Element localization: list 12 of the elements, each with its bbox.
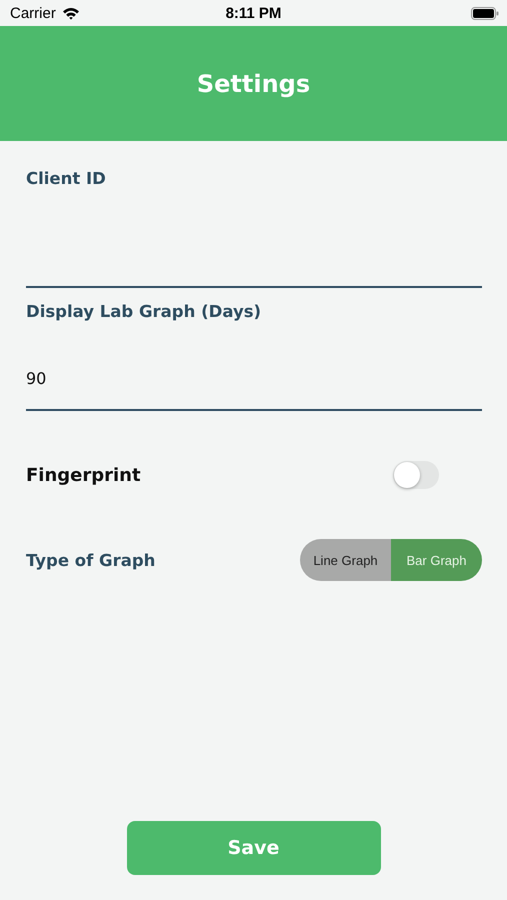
battery-icon bbox=[471, 6, 499, 20]
wifi-icon bbox=[62, 6, 80, 20]
input-field[interactable]: 90 bbox=[26, 331, 482, 411]
fingerprint-label: Fingerprint bbox=[26, 464, 141, 486]
field-label: Client ID bbox=[26, 169, 107, 188]
screen-title: Settings bbox=[196, 70, 310, 98]
graph-type-option[interactable]: Line Graph bbox=[300, 539, 391, 581]
field-label: Display Lab Graph (Days) bbox=[26, 302, 262, 321]
carrier-name: Carrier bbox=[10, 4, 56, 22]
fingerprint-toggle[interactable] bbox=[393, 461, 439, 489]
status-time: 8:11 PM bbox=[226, 4, 282, 22]
graph-type-label: Type of Graph bbox=[26, 550, 156, 570]
